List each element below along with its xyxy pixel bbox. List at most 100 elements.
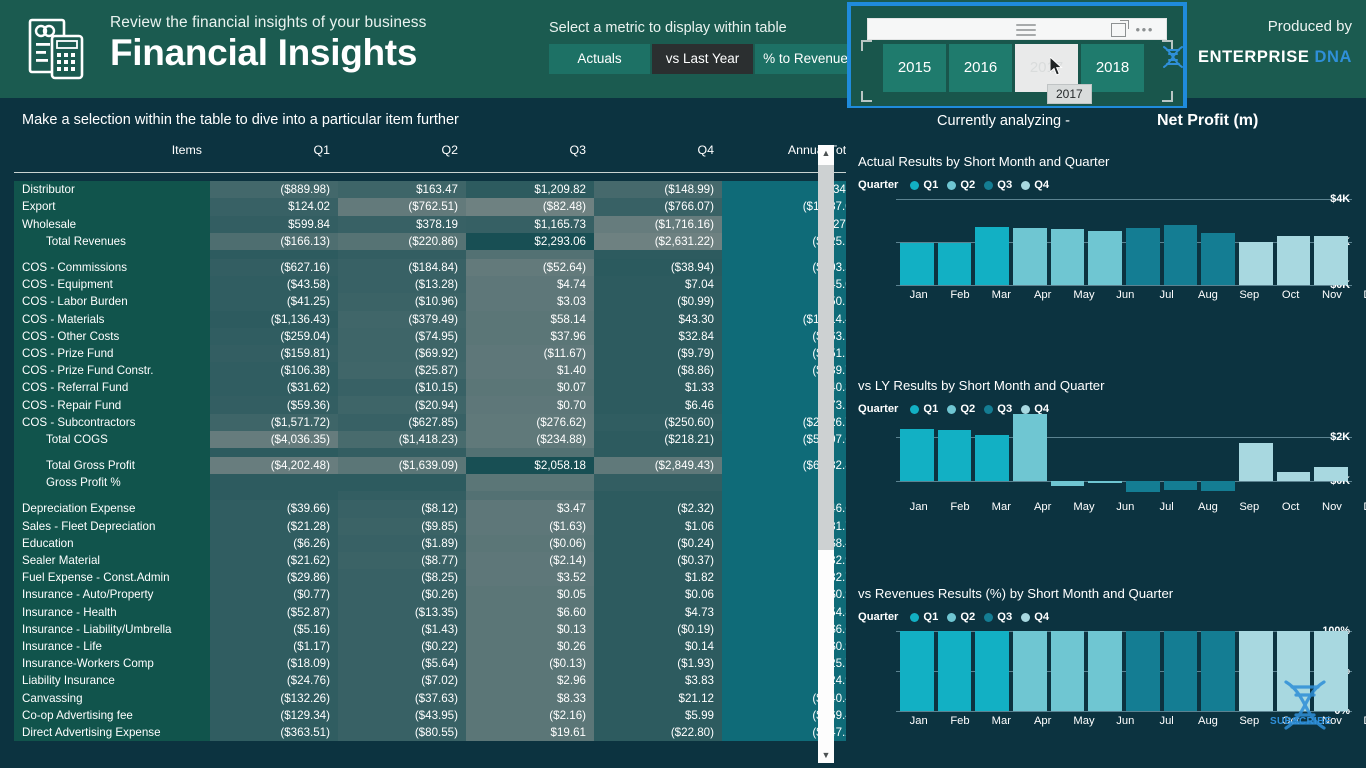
table-cell[interactable]: ($74.95) bbox=[338, 327, 466, 345]
table-cell[interactable]: $58.14 bbox=[466, 310, 594, 328]
bar-column[interactable] bbox=[1088, 199, 1123, 285]
bar-column[interactable] bbox=[900, 631, 934, 711]
row-label[interactable]: Sales - Fleet Depreciation bbox=[14, 517, 210, 535]
bar-oct[interactable] bbox=[1239, 631, 1273, 711]
table-cell[interactable]: ($52.64) bbox=[466, 258, 594, 277]
scrollbar-track[interactable] bbox=[818, 161, 834, 747]
row-label[interactable]: Co-op Advertising fee bbox=[14, 706, 210, 724]
table-cell[interactable]: ($0.99) bbox=[594, 293, 722, 311]
bar-column[interactable] bbox=[1126, 199, 1160, 285]
table-cell[interactable]: $4.74 bbox=[466, 276, 594, 294]
table-cell[interactable]: ($1,716.16) bbox=[594, 215, 722, 233]
table-cell[interactable]: ($132.26) bbox=[210, 689, 338, 707]
bar-feb[interactable] bbox=[937, 243, 972, 285]
bar-jan[interactable] bbox=[900, 429, 934, 482]
table-cell[interactable]: $599.84 bbox=[210, 215, 338, 233]
table-cell[interactable]: $0.26 bbox=[466, 637, 594, 656]
bar-sep[interactable] bbox=[1201, 481, 1236, 491]
row-label[interactable]: COS - Prize Fund Constr. bbox=[14, 362, 210, 380]
table-cell[interactable]: ($41.25) bbox=[210, 293, 338, 311]
bar-jan[interactable] bbox=[900, 243, 934, 285]
scroll-down-chevron-down-icon[interactable]: ▼ bbox=[818, 747, 834, 763]
table-cell[interactable]: $32.84 bbox=[594, 327, 722, 345]
table-cell[interactable]: $7.04 bbox=[594, 276, 722, 294]
legend-item-q2[interactable]: Q2 bbox=[947, 179, 975, 191]
row-label[interactable]: COS - Repair Fund bbox=[14, 396, 210, 414]
bar-column[interactable] bbox=[975, 199, 1010, 285]
table-cell[interactable]: ($8.25) bbox=[338, 569, 466, 587]
row-label[interactable]: COS - Subcontractors bbox=[14, 413, 210, 431]
table-row[interactable]: Insurance - Life ($1.17) ($0.22) $0.26 $0.14… bbox=[14, 637, 870, 656]
table-cell[interactable]: ($627.85) bbox=[338, 413, 466, 431]
row-label[interactable]: COS - Commissions bbox=[14, 258, 210, 277]
table-row[interactable]: COS - Materials ($1,136.43) ($379.49) $58.1… bbox=[14, 310, 870, 328]
table-cell[interactable]: ($218.21) bbox=[594, 430, 722, 448]
row-label[interactable]: COS - Labor Burden bbox=[14, 293, 210, 311]
table-cell[interactable]: ($379.49) bbox=[338, 310, 466, 328]
table-cell[interactable]: ($0.06) bbox=[466, 534, 594, 552]
table-cell[interactable] bbox=[338, 474, 466, 492]
row-label[interactable]: COS - Prize Fund bbox=[14, 344, 210, 363]
table-cell[interactable]: ($0.24) bbox=[594, 534, 722, 552]
bar-sep[interactable] bbox=[1201, 631, 1236, 711]
bar-column[interactable] bbox=[1050, 631, 1085, 711]
row-label[interactable]: Insurance - Health bbox=[14, 603, 210, 621]
row-label[interactable]: Export bbox=[14, 198, 210, 216]
table-cell[interactable]: $0.06 bbox=[594, 586, 722, 604]
more-options-icon[interactable]: ••• bbox=[1136, 23, 1154, 36]
bar-column[interactable] bbox=[1013, 199, 1047, 285]
table-cell[interactable]: ($6.26) bbox=[210, 534, 338, 552]
table-row[interactable]: Wholesale $599.84 $378.19 $1,165.73 ($1,716.… bbox=[14, 215, 870, 233]
table-cell[interactable]: ($2.32) bbox=[594, 500, 722, 518]
bar-column[interactable] bbox=[1088, 631, 1123, 711]
table-cell[interactable]: $1,209.82 bbox=[466, 181, 594, 199]
legend-item-q3[interactable]: Q3 bbox=[984, 403, 1012, 415]
bar-column[interactable] bbox=[1013, 631, 1047, 711]
legend-item-q4[interactable]: Q4 bbox=[1021, 179, 1049, 191]
column-header-q1[interactable]: Q1 bbox=[210, 143, 338, 164]
table-cell[interactable]: ($8.86) bbox=[594, 362, 722, 380]
bar-sep[interactable] bbox=[1201, 232, 1236, 285]
table-cell[interactable]: $4.73 bbox=[594, 603, 722, 621]
table-row[interactable]: COS - Equipment ($43.58) ($13.28) $4.74 $7.0… bbox=[14, 276, 870, 294]
column-header-q4[interactable]: Q4 bbox=[594, 143, 722, 164]
chart-actual-results[interactable]: Actual Results by Short Month and Quarte… bbox=[846, 154, 1366, 334]
table-cell[interactable]: ($0.13) bbox=[466, 655, 594, 673]
bar-column[interactable] bbox=[1163, 423, 1198, 497]
scrollbar-thumb[interactable] bbox=[818, 165, 834, 550]
bar-column[interactable] bbox=[975, 631, 1010, 711]
table-cell[interactable] bbox=[466, 474, 594, 492]
row-label[interactable]: Total Gross Profit bbox=[14, 457, 210, 475]
bar-apr[interactable] bbox=[1013, 631, 1047, 711]
table-cell[interactable]: ($8.12) bbox=[338, 500, 466, 518]
table-row[interactable]: Co-op Advertising fee ($129.34) ($43.95) ($… bbox=[14, 706, 870, 724]
table-cell[interactable]: ($13.28) bbox=[338, 276, 466, 294]
table-cell[interactable]: $2.96 bbox=[466, 672, 594, 690]
table-cell[interactable]: $19.61 bbox=[466, 723, 594, 741]
table-cell[interactable]: ($259.04) bbox=[210, 327, 338, 345]
table-cell[interactable]: ($4,036.35) bbox=[210, 430, 338, 448]
table-cell[interactable]: ($1.63) bbox=[466, 517, 594, 535]
bar-may[interactable] bbox=[1050, 631, 1085, 711]
table-cell[interactable]: ($762.51) bbox=[338, 198, 466, 216]
table-cell[interactable]: ($106.38) bbox=[210, 362, 338, 380]
table-cell[interactable]: ($9.85) bbox=[338, 517, 466, 535]
table-cell[interactable]: ($1,136.43) bbox=[210, 310, 338, 328]
table-cell[interactable]: ($22.80) bbox=[594, 723, 722, 741]
table-cell[interactable]: ($13.35) bbox=[338, 603, 466, 621]
table-cell[interactable]: $0.70 bbox=[466, 396, 594, 414]
table-cell[interactable]: ($276.62) bbox=[466, 413, 594, 431]
bar-mar[interactable] bbox=[975, 434, 1010, 482]
table-row[interactable]: Liability Insurance ($24.76) ($7.02) $2.96 $… bbox=[14, 672, 870, 690]
bar-column[interactable] bbox=[1126, 631, 1160, 711]
bar-dec[interactable] bbox=[1314, 235, 1349, 285]
table-row[interactable]: COS - Other Costs ($259.04) ($74.95) $37.96… bbox=[14, 327, 870, 345]
table-cell[interactable]: ($220.86) bbox=[338, 232, 466, 250]
bar-jul[interactable] bbox=[1126, 227, 1160, 285]
row-label[interactable]: Insurance - Life bbox=[14, 637, 210, 656]
table-cell[interactable]: $0.14 bbox=[594, 637, 722, 656]
row-label[interactable]: Education bbox=[14, 534, 210, 552]
bar-oct[interactable] bbox=[1239, 241, 1273, 285]
bar-column[interactable] bbox=[937, 199, 972, 285]
table-cell[interactable]: ($0.19) bbox=[594, 620, 722, 638]
